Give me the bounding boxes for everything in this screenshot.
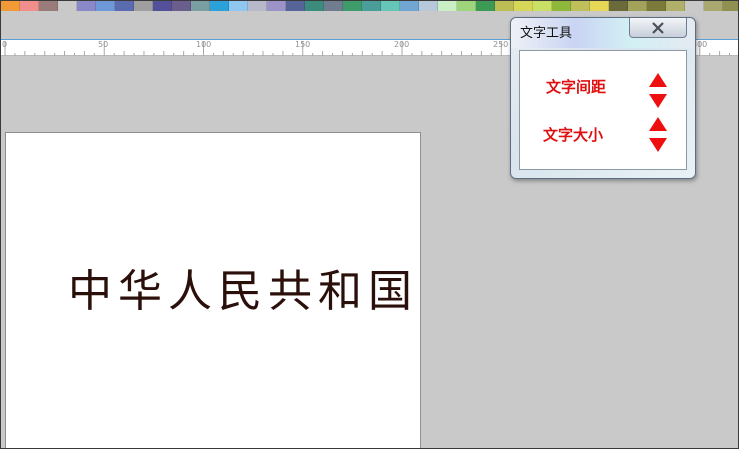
color-swatch[interactable] <box>476 1 495 11</box>
color-swatch[interactable] <box>153 1 172 11</box>
size-increase-button[interactable] <box>648 116 668 132</box>
color-swatch[interactable] <box>58 1 77 11</box>
text-spacing-label: 文字间距 <box>546 78 607 96</box>
color-swatch[interactable] <box>286 1 305 11</box>
color-swatch[interactable] <box>552 1 571 11</box>
ruler-label-150: 150 <box>295 40 311 49</box>
text-tool-window[interactable]: 文字工具 文字间距 文字大小 <box>510 17 696 179</box>
color-palette[interactable] <box>1 1 738 11</box>
arrow-down-icon <box>649 94 667 108</box>
color-swatch[interactable] <box>324 1 343 11</box>
ruler-label-50: 50 <box>98 40 109 49</box>
color-swatch[interactable] <box>533 1 552 11</box>
document-page[interactable]: 中华人民共和国 <box>5 132 421 448</box>
color-swatch[interactable] <box>590 1 609 11</box>
color-swatch[interactable] <box>305 1 324 11</box>
text-size-label: 文字大小 <box>543 126 604 144</box>
color-swatch[interactable] <box>210 1 229 11</box>
spacing-decrease-button[interactable] <box>648 93 668 109</box>
ruler-label-250: 250 <box>493 40 509 49</box>
arrow-down-icon <box>649 138 667 152</box>
color-swatch[interactable] <box>400 1 419 11</box>
color-swatch[interactable] <box>172 1 191 11</box>
tool-window-title: 文字工具 <box>520 26 573 41</box>
app-frame: 0 50 100 150 200 250 300 中华人民共和国 文字工具 文字… <box>0 0 739 449</box>
color-swatch[interactable] <box>77 1 96 11</box>
arrow-up-icon <box>649 73 667 87</box>
size-decrease-button[interactable] <box>648 137 668 153</box>
canvas-text[interactable]: 中华人民共和国 <box>68 268 418 316</box>
tool-window-titlebar[interactable]: 文字工具 <box>511 18 695 48</box>
ruler-label-100: 100 <box>196 40 212 49</box>
color-swatch[interactable] <box>704 1 723 11</box>
color-swatch[interactable] <box>20 1 39 11</box>
color-swatch[interactable] <box>191 1 210 11</box>
close-icon <box>652 21 664 34</box>
ruler-label-0: 0 <box>2 40 8 49</box>
color-swatch[interactable] <box>248 1 267 11</box>
color-swatch[interactable] <box>628 1 647 11</box>
ruler-label-200: 200 <box>394 40 410 49</box>
color-swatch[interactable] <box>571 1 590 11</box>
color-swatch[interactable] <box>419 1 438 11</box>
spacing-increase-button[interactable] <box>648 72 668 88</box>
color-swatch[interactable] <box>381 1 400 11</box>
tool-window-body: 文字间距 文字大小 <box>519 50 687 170</box>
color-swatch[interactable] <box>685 1 704 11</box>
color-swatch[interactable] <box>514 1 533 11</box>
color-swatch[interactable] <box>457 1 476 11</box>
color-swatch[interactable] <box>39 1 58 11</box>
color-swatch[interactable] <box>647 1 666 11</box>
color-swatch[interactable] <box>723 1 738 11</box>
color-swatch[interactable] <box>438 1 457 11</box>
arrow-up-icon <box>649 117 667 131</box>
color-swatch[interactable] <box>229 1 248 11</box>
color-swatch[interactable] <box>666 1 685 11</box>
color-swatch[interactable] <box>267 1 286 11</box>
color-swatch[interactable] <box>134 1 153 11</box>
color-swatch[interactable] <box>362 1 381 11</box>
color-swatch[interactable] <box>1 1 20 11</box>
color-swatch[interactable] <box>495 1 514 11</box>
color-swatch[interactable] <box>96 1 115 11</box>
close-button[interactable] <box>629 18 687 38</box>
color-swatch[interactable] <box>609 1 628 11</box>
color-swatch[interactable] <box>115 1 134 11</box>
color-swatch[interactable] <box>343 1 362 11</box>
